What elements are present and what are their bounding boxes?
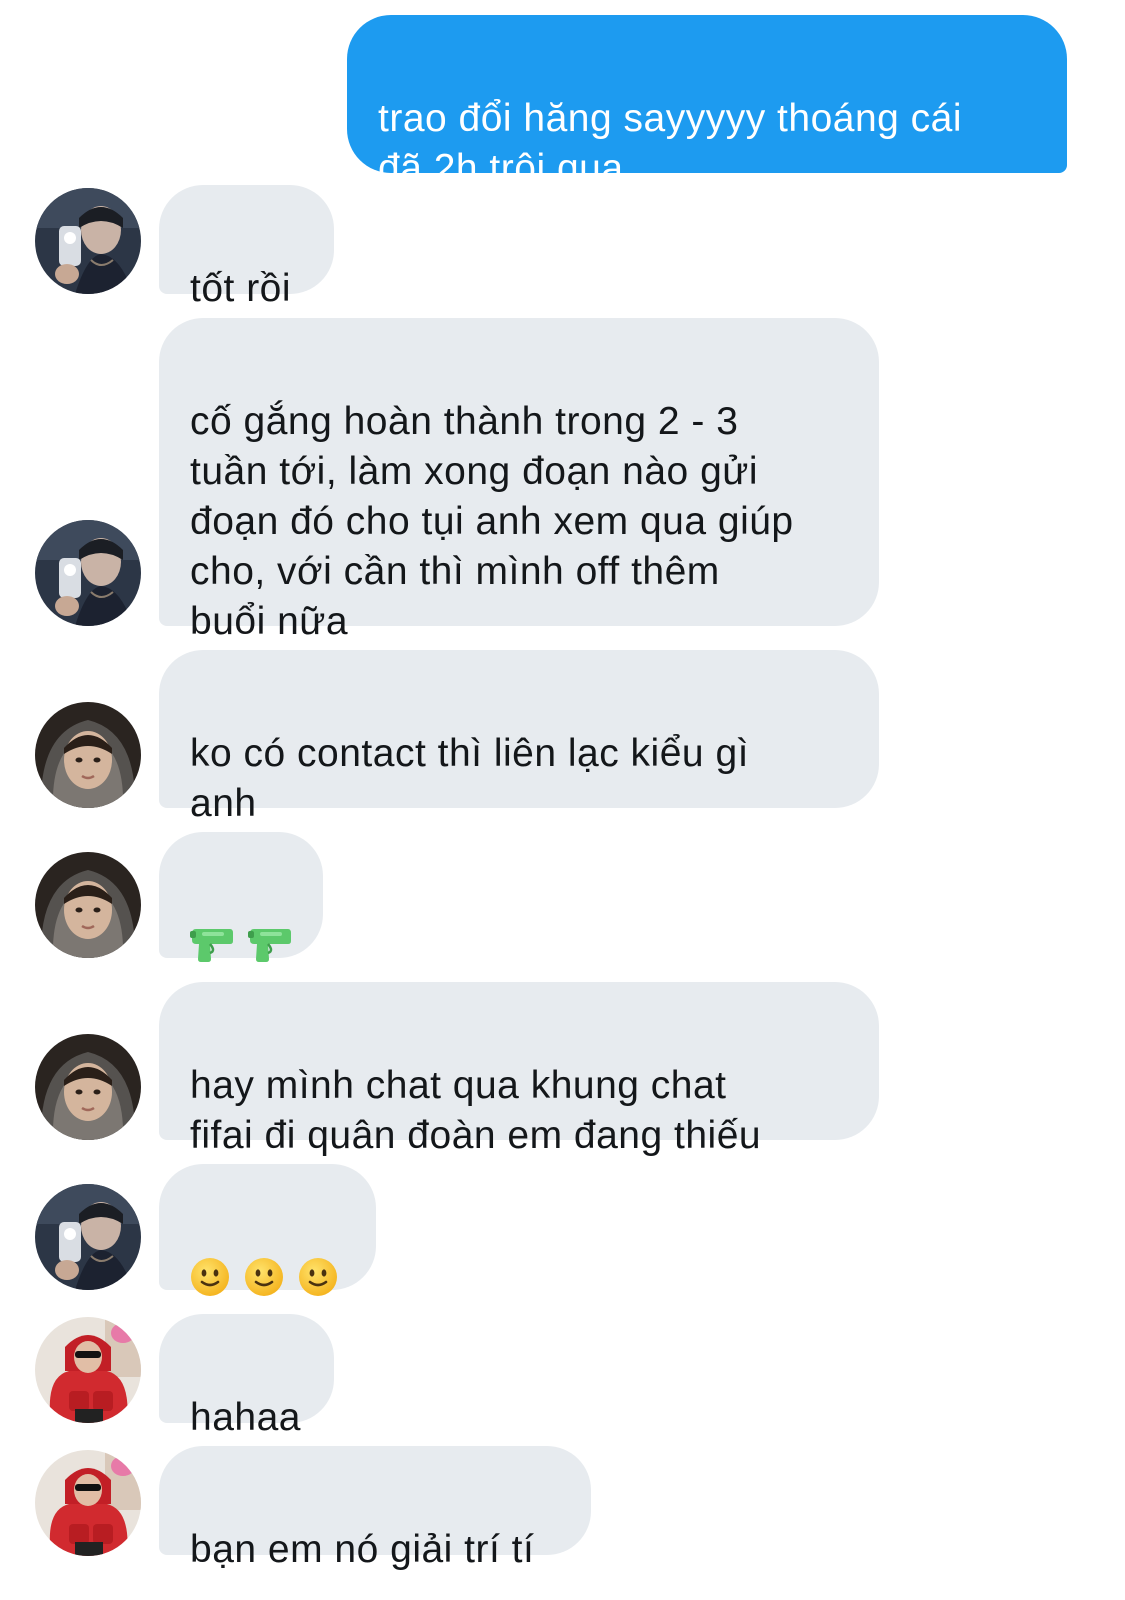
contact-avatar[interactable]	[35, 1317, 141, 1423]
message-text: ko có contact thì liên lạc kiểu gì anh	[190, 732, 749, 825]
contact-avatar[interactable]	[35, 188, 141, 294]
message-text: tốt rồi	[190, 267, 292, 310]
avatar-photo	[35, 852, 141, 958]
contact-avatar[interactable]	[35, 1034, 141, 1140]
incoming-message-bubble[interactable]: hahaa	[159, 1314, 334, 1439]
avatar-photo	[35, 188, 141, 294]
avatar-photo	[35, 1184, 141, 1290]
avatar-photo	[35, 1034, 141, 1140]
message-text: hay mình chat qua khung chat fifai đi qu…	[190, 1064, 762, 1157]
contact-avatar[interactable]	[35, 1450, 141, 1556]
incoming-message-bubble[interactable]	[159, 832, 323, 958]
incoming-message-bubble[interactable]: bạn em nó giải trí tí	[159, 1446, 591, 1571]
avatar-photo	[35, 520, 141, 626]
incoming-message-bubble[interactable]: ko có contact thì liên lạc kiểu gì anh	[159, 650, 879, 825]
avatar-photo	[35, 1450, 141, 1556]
message-text: bạn em nó giải trí tí	[190, 1528, 535, 1571]
slightly-smiling-face-icon	[190, 1257, 230, 1297]
slightly-smiling-face-icon	[298, 1257, 338, 1297]
incoming-message-bubble[interactable]: tốt rồi	[159, 185, 334, 310]
avatar-photo	[35, 1317, 141, 1423]
incoming-message-bubble[interactable]: hay mình chat qua khung chat fifai đi qu…	[159, 982, 879, 1157]
slightly-smiling-face-icon	[244, 1257, 284, 1297]
avatar-photo	[35, 702, 141, 808]
contact-avatar[interactable]	[35, 702, 141, 808]
contact-avatar[interactable]	[35, 852, 141, 958]
message-text: cố gắng hoàn thành trong 2 - 3 tuần tới,…	[190, 400, 794, 643]
incoming-message-bubble[interactable]: cố gắng hoàn thành trong 2 - 3 tuần tới,…	[159, 318, 879, 643]
message-text: trao đổi hăng sayyyyy thoáng cái đã 2h t…	[378, 97, 963, 190]
incoming-message-bubble[interactable]	[159, 1164, 376, 1290]
contact-avatar[interactable]	[35, 1184, 141, 1290]
message-text: hahaa	[190, 1396, 301, 1439]
contact-avatar[interactable]	[35, 520, 141, 626]
water-pistol-icon	[190, 927, 234, 963]
water-pistol-icon	[248, 927, 292, 963]
outgoing-message-bubble[interactable]: trao đổi hăng sayyyyy thoáng cái đã 2h t…	[347, 15, 1067, 190]
